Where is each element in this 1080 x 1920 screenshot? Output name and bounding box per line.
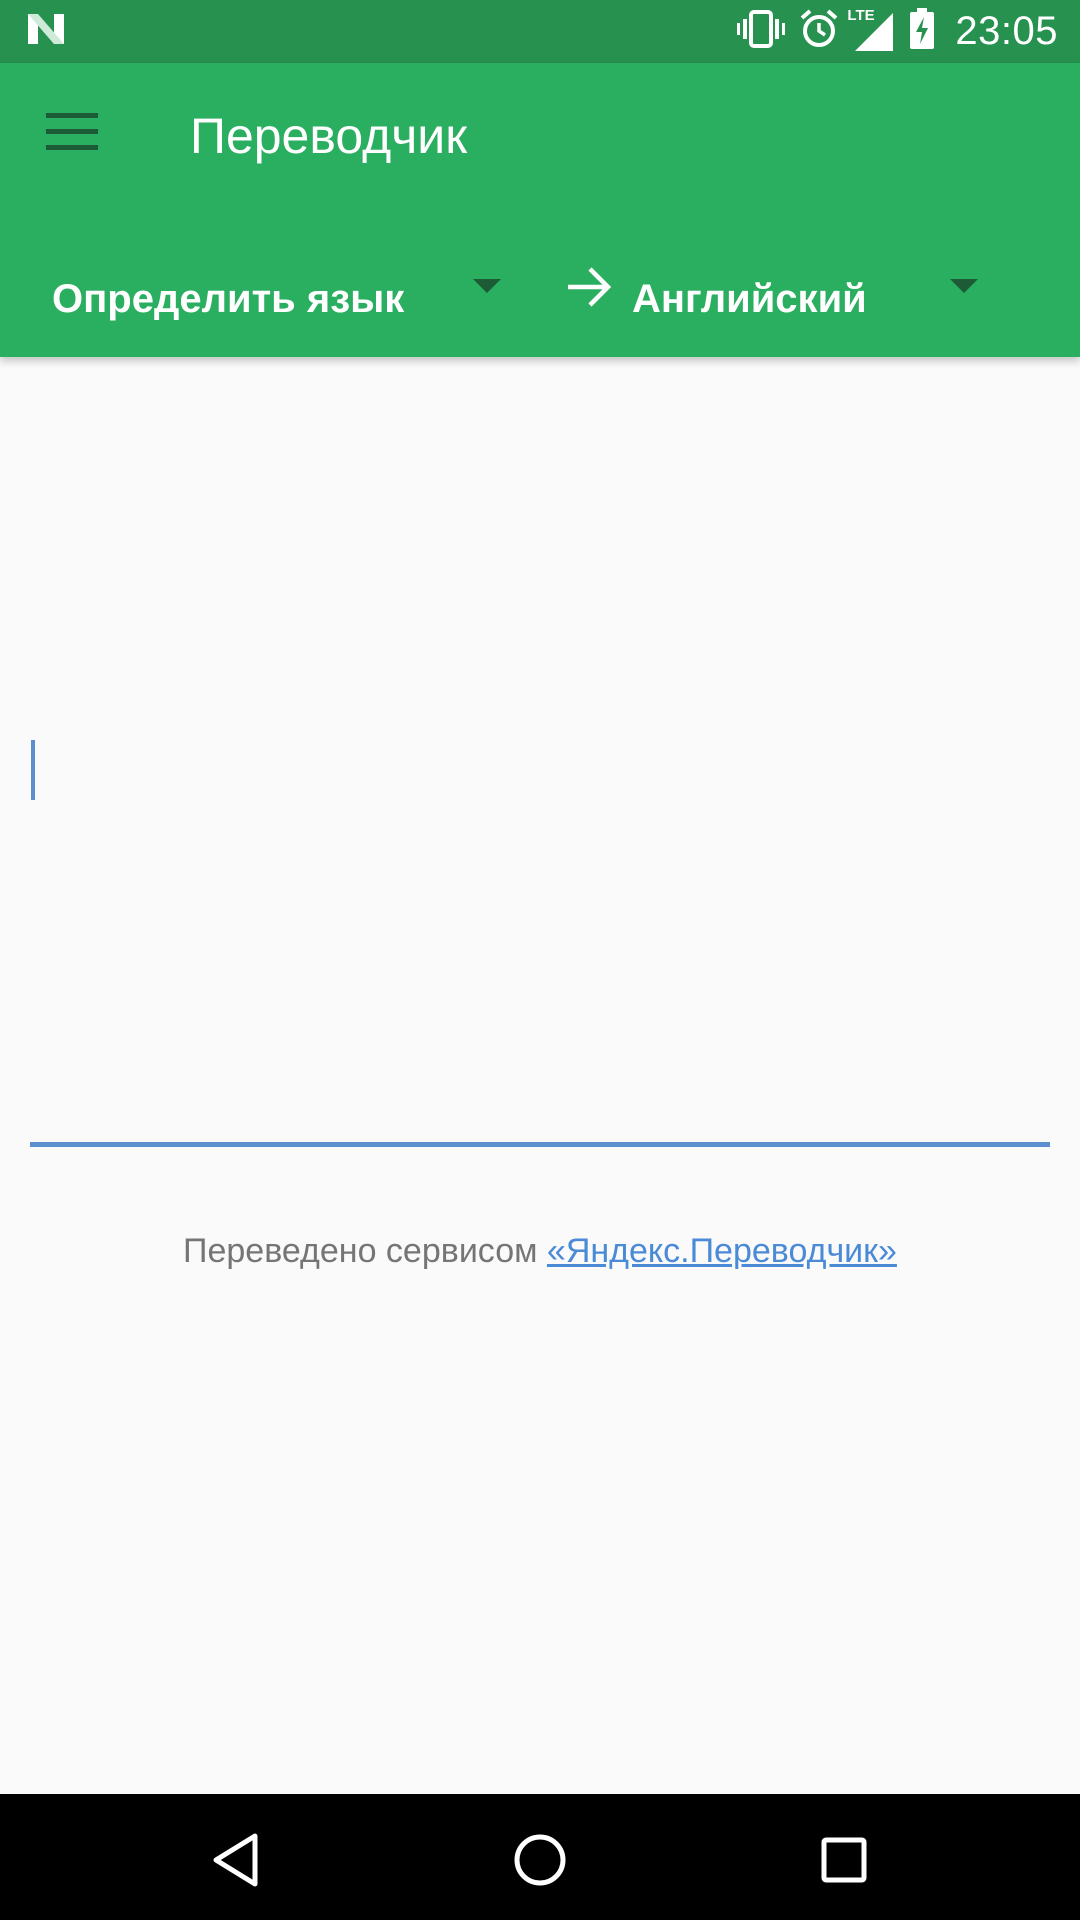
home-button[interactable]: [490, 1812, 590, 1912]
hamburger-menu-icon: [46, 111, 98, 156]
network-label: LTE: [847, 6, 875, 24]
signal-lte-icon: LTE: [847, 7, 895, 53]
menu-button[interactable]: [30, 101, 114, 165]
text-cursor: [31, 740, 35, 800]
app-title: Переводчик: [190, 108, 468, 164]
navigation-bar: [0, 1794, 1080, 1920]
status-bar: LTE 23:05: [0, 0, 1080, 63]
language-selector-row: Определить язык Английский: [0, 249, 1080, 349]
recents-icon: [820, 1836, 868, 1889]
app-bar: Переводчик Определить язык Английский: [0, 63, 1080, 357]
back-icon: [211, 1832, 261, 1893]
target-language-label: Английский: [632, 276, 867, 321]
yandex-translate-link[interactable]: «Яндекс.Переводчик»: [547, 1232, 897, 1270]
source-language-spinner[interactable]: Определить язык: [52, 249, 507, 349]
input-underline: [30, 1142, 1050, 1147]
alarm-icon: [799, 9, 839, 54]
recents-button[interactable]: [794, 1812, 894, 1912]
status-icons: LTE 23:05: [737, 7, 1058, 55]
vibrate-icon: [737, 9, 786, 54]
attribution-text: Переведено сервисом: [183, 1232, 547, 1270]
status-time: 23:05: [955, 9, 1058, 53]
battery-charging-icon: [909, 8, 935, 55]
back-button[interactable]: [186, 1812, 286, 1912]
home-icon: [513, 1833, 567, 1892]
target-chevron-down-icon[interactable]: [950, 279, 978, 293]
attribution: Переведено сервисом «Яндекс.Переводчик»: [0, 1232, 1080, 1271]
source-language-label: Определить язык: [52, 276, 405, 321]
target-language-spinner[interactable]: Английский: [632, 249, 992, 349]
arrow-right-icon: [566, 267, 612, 312]
notification-n-icon: [26, 12, 66, 51]
translation-input[interactable]: [30, 357, 1050, 1147]
source-chevron-down-icon[interactable]: [473, 279, 501, 293]
